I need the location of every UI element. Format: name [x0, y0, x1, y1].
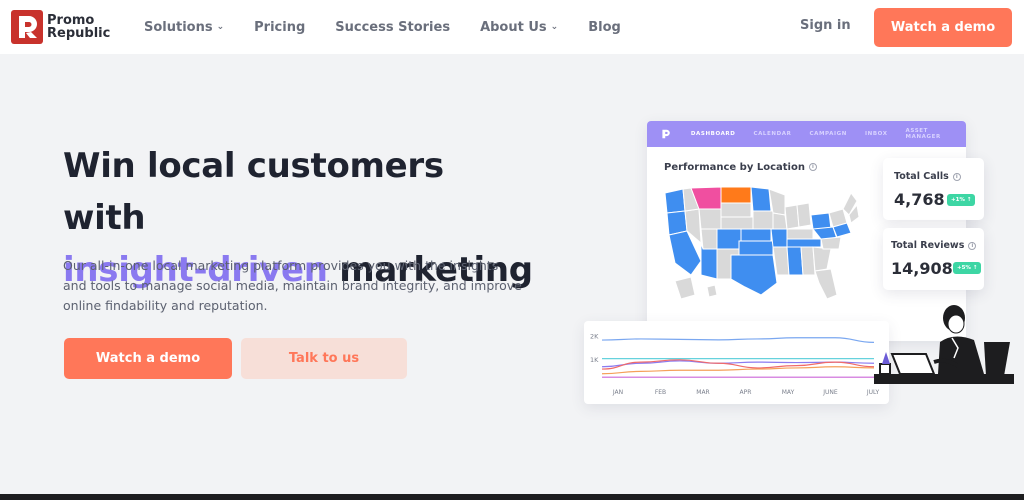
nav-links: Solutions ⌄ Pricing Success Stories Abou… [144, 0, 651, 54]
info-icon: i [808, 163, 817, 171]
x-tick-label: JUNE [822, 389, 838, 396]
map-state [772, 212, 788, 230]
series-line [601, 366, 875, 375]
watch-demo-nav-button[interactable]: Watch a demo [874, 8, 1012, 47]
map-state [720, 202, 752, 218]
total-reviews-card: Total Reviews i 14,908 +5% ↑ [883, 228, 984, 290]
logo[interactable]: Promo Republic [11, 10, 110, 44]
stat-value: 4,768 [894, 190, 945, 209]
sign-in-link[interactable]: Sign in [800, 18, 851, 33]
stat-value: 14,908 [891, 259, 953, 278]
dashboard-tab[interactable]: CALENDAR [753, 131, 791, 137]
dashboard-topbar: DASHBOARD CALENDAR CAMPAIGN INBOX ASSET … [647, 121, 966, 147]
nav-item-about-us[interactable]: About Us ⌄ [480, 20, 558, 35]
dashboard-tab[interactable]: DASHBOARD [691, 131, 736, 137]
map-state [810, 212, 832, 230]
map-state [700, 228, 718, 250]
map-state [706, 284, 718, 298]
nav-item-label: Solutions [144, 19, 213, 35]
map-state [812, 246, 832, 272]
y-tick-label: 1K [590, 356, 599, 364]
stat-badge: +5% ↑ [953, 262, 982, 274]
y-tick-label: 2K [590, 333, 599, 341]
nav-item-label: About Us [480, 19, 547, 35]
dashboard-logo-icon [662, 129, 670, 139]
map-title: Performance by Location i [664, 162, 817, 173]
info-icon: i [968, 241, 977, 250]
map-state [796, 202, 812, 228]
x-tick-label: JAN [612, 389, 623, 396]
x-tick-label: JULY [866, 389, 880, 396]
nav-item-pricing[interactable]: Pricing [254, 20, 305, 35]
info-icon: i [952, 172, 961, 181]
map-state [720, 216, 754, 230]
nav-item-label: Success Stories [335, 19, 451, 35]
logo-mark-icon [11, 10, 43, 44]
nav-item-label: Pricing [254, 19, 306, 35]
dashboard-tab[interactable]: INBOX [865, 131, 888, 137]
nav-item-solutions[interactable]: Solutions ⌄ [144, 20, 224, 35]
map-state [740, 228, 772, 242]
bottom-edge [0, 494, 1024, 500]
chevron-down-icon: ⌄ [550, 22, 559, 32]
line-chart-card: 2K 1K JAN FEB MAR APR MAY JUNE JULY [584, 321, 889, 404]
map-state [716, 228, 742, 250]
nav-item-label: Blog [588, 19, 621, 35]
person-at-laptop-illustration [874, 305, 1014, 384]
dashboard-tab[interactable]: ASSET MANAGER [906, 128, 948, 140]
line-chart: 2K 1K JAN FEB MAR APR MAY JUNE JULY [590, 333, 880, 396]
hero-subtitle: Our all-in-one local marketing platform … [63, 258, 522, 313]
nav-item-success-stories[interactable]: Success Stories [335, 20, 450, 35]
map-state [730, 254, 778, 296]
series-line [601, 337, 875, 343]
x-tick-label: MAR [696, 389, 709, 396]
chevron-down-icon: ⌄ [216, 22, 225, 32]
logo-text: Promo Republic [47, 14, 110, 40]
series-line [601, 359, 875, 370]
map-state [786, 228, 814, 240]
x-tick-label: MAY [782, 389, 795, 396]
x-tick-label: APR [740, 389, 752, 396]
map-state [752, 210, 774, 230]
map-state [814, 268, 838, 300]
talk-to-us-button[interactable]: Talk to us [241, 338, 407, 379]
watch-demo-button[interactable]: Watch a demo [64, 338, 232, 379]
total-calls-card: Total Calls i 4,768 +1% ↑ [883, 158, 984, 220]
x-tick-label: FEB [655, 389, 666, 396]
map-state [738, 240, 774, 256]
map-state [770, 228, 788, 248]
map-state [750, 186, 772, 212]
stat-badge: +1% ↑ [947, 194, 976, 206]
map-state [698, 208, 722, 230]
stat-label: Total Reviews i [891, 240, 977, 251]
map-state [820, 236, 842, 250]
dashboard-tab[interactable]: CAMPAIGN [809, 131, 847, 137]
map-state [786, 246, 804, 276]
map-state [664, 188, 686, 214]
map-state [720, 186, 752, 204]
map-title-text: Performance by Location [664, 162, 805, 173]
us-map [664, 186, 860, 300]
top-nav: Promo Republic Solutions ⌄ Pricing Succe… [0, 0, 1024, 54]
hero-title-line1: Win local customers with [63, 146, 444, 238]
stat-label: Total Calls i [894, 171, 961, 182]
nav-item-blog[interactable]: Blog [588, 20, 621, 35]
logo-line2: Republic [47, 26, 111, 41]
map-state [674, 276, 696, 300]
map-state [786, 238, 822, 248]
